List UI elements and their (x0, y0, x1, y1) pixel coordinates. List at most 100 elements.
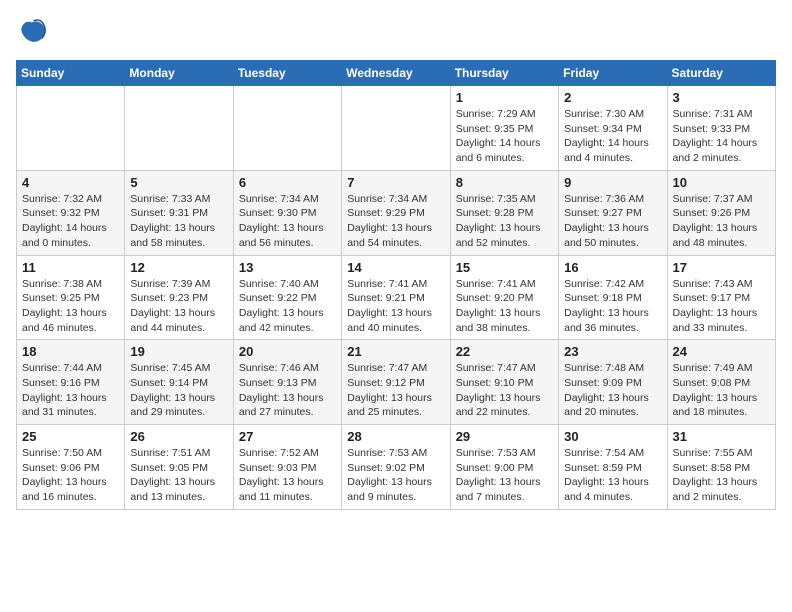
day-detail: Sunrise: 7:54 AMSunset: 8:59 PMDaylight:… (564, 446, 661, 505)
calendar-cell: 4 Sunrise: 7:32 AMSunset: 9:32 PMDaylight… (17, 170, 125, 255)
day-number: 3 (673, 90, 770, 105)
day-number: 6 (239, 175, 336, 190)
calendar-cell: 20 Sunrise: 7:46 AMSunset: 9:13 PMDayligh… (233, 340, 341, 425)
day-detail: Sunrise: 7:42 AMSunset: 9:18 PMDaylight:… (564, 277, 661, 336)
day-detail: Sunrise: 7:49 AMSunset: 9:08 PMDaylight:… (673, 361, 770, 420)
day-detail: Sunrise: 7:53 AMSunset: 9:02 PMDaylight:… (347, 446, 444, 505)
day-detail: Sunrise: 7:34 AMSunset: 9:30 PMDaylight:… (239, 192, 336, 251)
day-number: 31 (673, 429, 770, 444)
day-number: 1 (456, 90, 553, 105)
day-detail: Sunrise: 7:41 AMSunset: 9:21 PMDaylight:… (347, 277, 444, 336)
calendar: SundayMondayTuesdayWednesdayThursdayFrid… (16, 60, 776, 510)
calendar-week-2: 4 Sunrise: 7:32 AMSunset: 9:32 PMDaylight… (17, 170, 776, 255)
calendar-cell: 2Sunrise: 7:30 AMSunset: 9:34 PMDaylight… (559, 86, 667, 171)
calendar-cell: 1 Sunrise: 7:29 AMSunset: 9:35 PMDaylight… (450, 86, 558, 171)
day-detail: Sunrise: 7:36 AMSunset: 9:27 PMDaylight:… (564, 192, 661, 251)
day-detail: Sunrise: 7:40 AMSunset: 9:22 PMDaylight:… (239, 277, 336, 336)
day-detail: Sunrise: 7:47 AMSunset: 9:10 PMDaylight:… (456, 361, 553, 420)
day-detail: Sunrise: 7:47 AMSunset: 9:12 PMDaylight:… (347, 361, 444, 420)
calendar-cell: 29 Sunrise: 7:53 AMSunset: 9:00 PMDayligh… (450, 425, 558, 510)
calendar-cell: 21Sunrise: 7:47 AMSunset: 9:12 PMDayligh… (342, 340, 450, 425)
day-detail: Sunrise: 7:53 AMSunset: 9:00 PMDaylight:… (456, 446, 553, 505)
day-number: 16 (564, 260, 661, 275)
day-number: 11 (22, 260, 119, 275)
day-number: 12 (130, 260, 227, 275)
day-number: 29 (456, 429, 553, 444)
day-header-sunday: Sunday (17, 61, 125, 86)
day-detail: Sunrise: 7:37 AMSunset: 9:26 PMDaylight:… (673, 192, 770, 251)
day-detail: Sunrise: 7:35 AMSunset: 9:28 PMDaylight:… (456, 192, 553, 251)
calendar-cell: 31 Sunrise: 7:55 AMSunset: 8:58 PMDayligh… (667, 425, 775, 510)
calendar-cell: 6 Sunrise: 7:34 AMSunset: 9:30 PMDaylight… (233, 170, 341, 255)
day-header-monday: Monday (125, 61, 233, 86)
day-detail: Sunrise: 7:31 AMSunset: 9:33 PMDaylight:… (673, 107, 770, 166)
day-detail: Sunrise: 7:32 AMSunset: 9:32 PMDaylight:… (22, 192, 119, 251)
calendar-cell: 13 Sunrise: 7:40 AMSunset: 9:22 PMDayligh… (233, 255, 341, 340)
calendar-cell: 23 Sunrise: 7:48 AMSunset: 9:09 PMDayligh… (559, 340, 667, 425)
calendar-cell: 9 Sunrise: 7:36 AMSunset: 9:27 PMDaylight… (559, 170, 667, 255)
day-number: 28 (347, 429, 444, 444)
day-number: 19 (130, 344, 227, 359)
calendar-cell: 28 Sunrise: 7:53 AMSunset: 9:02 PMDayligh… (342, 425, 450, 510)
calendar-cell (125, 86, 233, 171)
day-detail: Sunrise: 7:41 AMSunset: 9:20 PMDaylight:… (456, 277, 553, 336)
day-detail: Sunrise: 7:50 AMSunset: 9:06 PMDaylight:… (22, 446, 119, 505)
day-header-friday: Friday (559, 61, 667, 86)
day-detail: Sunrise: 7:34 AMSunset: 9:29 PMDaylight:… (347, 192, 444, 251)
day-number: 26 (130, 429, 227, 444)
calendar-cell: 11 Sunrise: 7:38 AMSunset: 9:25 PMDayligh… (17, 255, 125, 340)
day-detail: Sunrise: 7:29 AMSunset: 9:35 PMDaylight:… (456, 107, 553, 166)
day-number: 23 (564, 344, 661, 359)
day-detail: Sunrise: 7:46 AMSunset: 9:13 PMDaylight:… (239, 361, 336, 420)
calendar-cell (233, 86, 341, 171)
day-detail: Sunrise: 7:52 AMSunset: 9:03 PMDaylight:… (239, 446, 336, 505)
page-header (16, 16, 776, 48)
day-number: 5 (130, 175, 227, 190)
day-detail: Sunrise: 7:38 AMSunset: 9:25 PMDaylight:… (22, 277, 119, 336)
day-number: 8 (456, 175, 553, 190)
day-detail: Sunrise: 7:43 AMSunset: 9:17 PMDaylight:… (673, 277, 770, 336)
day-number: 17 (673, 260, 770, 275)
day-number: 14 (347, 260, 444, 275)
day-detail: Sunrise: 7:55 AMSunset: 8:58 PMDaylight:… (673, 446, 770, 505)
day-number: 13 (239, 260, 336, 275)
day-detail: Sunrise: 7:48 AMSunset: 9:09 PMDaylight:… (564, 361, 661, 420)
calendar-cell: 18 Sunrise: 7:44 AMSunset: 9:16 PMDayligh… (17, 340, 125, 425)
calendar-cell: 15 Sunrise: 7:41 AMSunset: 9:20 PMDayligh… (450, 255, 558, 340)
calendar-cell: 3 Sunrise: 7:31 AMSunset: 9:33 PMDaylight… (667, 86, 775, 171)
day-number: 7 (347, 175, 444, 190)
calendar-header-row: SundayMondayTuesdayWednesdayThursdayFrid… (17, 61, 776, 86)
day-number: 22 (456, 344, 553, 359)
calendar-cell: 8 Sunrise: 7:35 AMSunset: 9:28 PMDaylight… (450, 170, 558, 255)
day-number: 15 (456, 260, 553, 275)
day-detail: Sunrise: 7:44 AMSunset: 9:16 PMDaylight:… (22, 361, 119, 420)
day-number: 9 (564, 175, 661, 190)
calendar-cell: 12 Sunrise: 7:39 AMSunset: 9:23 PMDayligh… (125, 255, 233, 340)
calendar-cell: 24 Sunrise: 7:49 AMSunset: 9:08 PMDayligh… (667, 340, 775, 425)
calendar-cell: 30 Sunrise: 7:54 AMSunset: 8:59 PMDayligh… (559, 425, 667, 510)
calendar-cell: 16 Sunrise: 7:42 AMSunset: 9:18 PMDayligh… (559, 255, 667, 340)
calendar-week-3: 11 Sunrise: 7:38 AMSunset: 9:25 PMDayligh… (17, 255, 776, 340)
logo (16, 16, 52, 48)
day-number: 4 (22, 175, 119, 190)
day-number: 24 (673, 344, 770, 359)
day-number: 10 (673, 175, 770, 190)
calendar-cell: 17 Sunrise: 7:43 AMSunset: 9:17 PMDayligh… (667, 255, 775, 340)
calendar-week-4: 18 Sunrise: 7:44 AMSunset: 9:16 PMDayligh… (17, 340, 776, 425)
day-header-tuesday: Tuesday (233, 61, 341, 86)
day-number: 18 (22, 344, 119, 359)
calendar-week-5: 25Sunrise: 7:50 AMSunset: 9:06 PMDayligh… (17, 425, 776, 510)
calendar-cell: 26Sunrise: 7:51 AMSunset: 9:05 PMDayligh… (125, 425, 233, 510)
calendar-week-1: 1 Sunrise: 7:29 AMSunset: 9:35 PMDaylight… (17, 86, 776, 171)
day-number: 20 (239, 344, 336, 359)
calendar-cell: 19Sunrise: 7:45 AMSunset: 9:14 PMDayligh… (125, 340, 233, 425)
calendar-cell: 7 Sunrise: 7:34 AMSunset: 9:29 PMDaylight… (342, 170, 450, 255)
calendar-cell: 25Sunrise: 7:50 AMSunset: 9:06 PMDayligh… (17, 425, 125, 510)
calendar-cell (342, 86, 450, 171)
day-detail: Sunrise: 7:39 AMSunset: 9:23 PMDaylight:… (130, 277, 227, 336)
calendar-cell: 22 Sunrise: 7:47 AMSunset: 9:10 PMDayligh… (450, 340, 558, 425)
day-detail: Sunrise: 7:30 AMSunset: 9:34 PMDaylight:… (564, 107, 661, 166)
calendar-cell: 14 Sunrise: 7:41 AMSunset: 9:21 PMDayligh… (342, 255, 450, 340)
day-number: 30 (564, 429, 661, 444)
day-detail: Sunrise: 7:33 AMSunset: 9:31 PMDaylight:… (130, 192, 227, 251)
